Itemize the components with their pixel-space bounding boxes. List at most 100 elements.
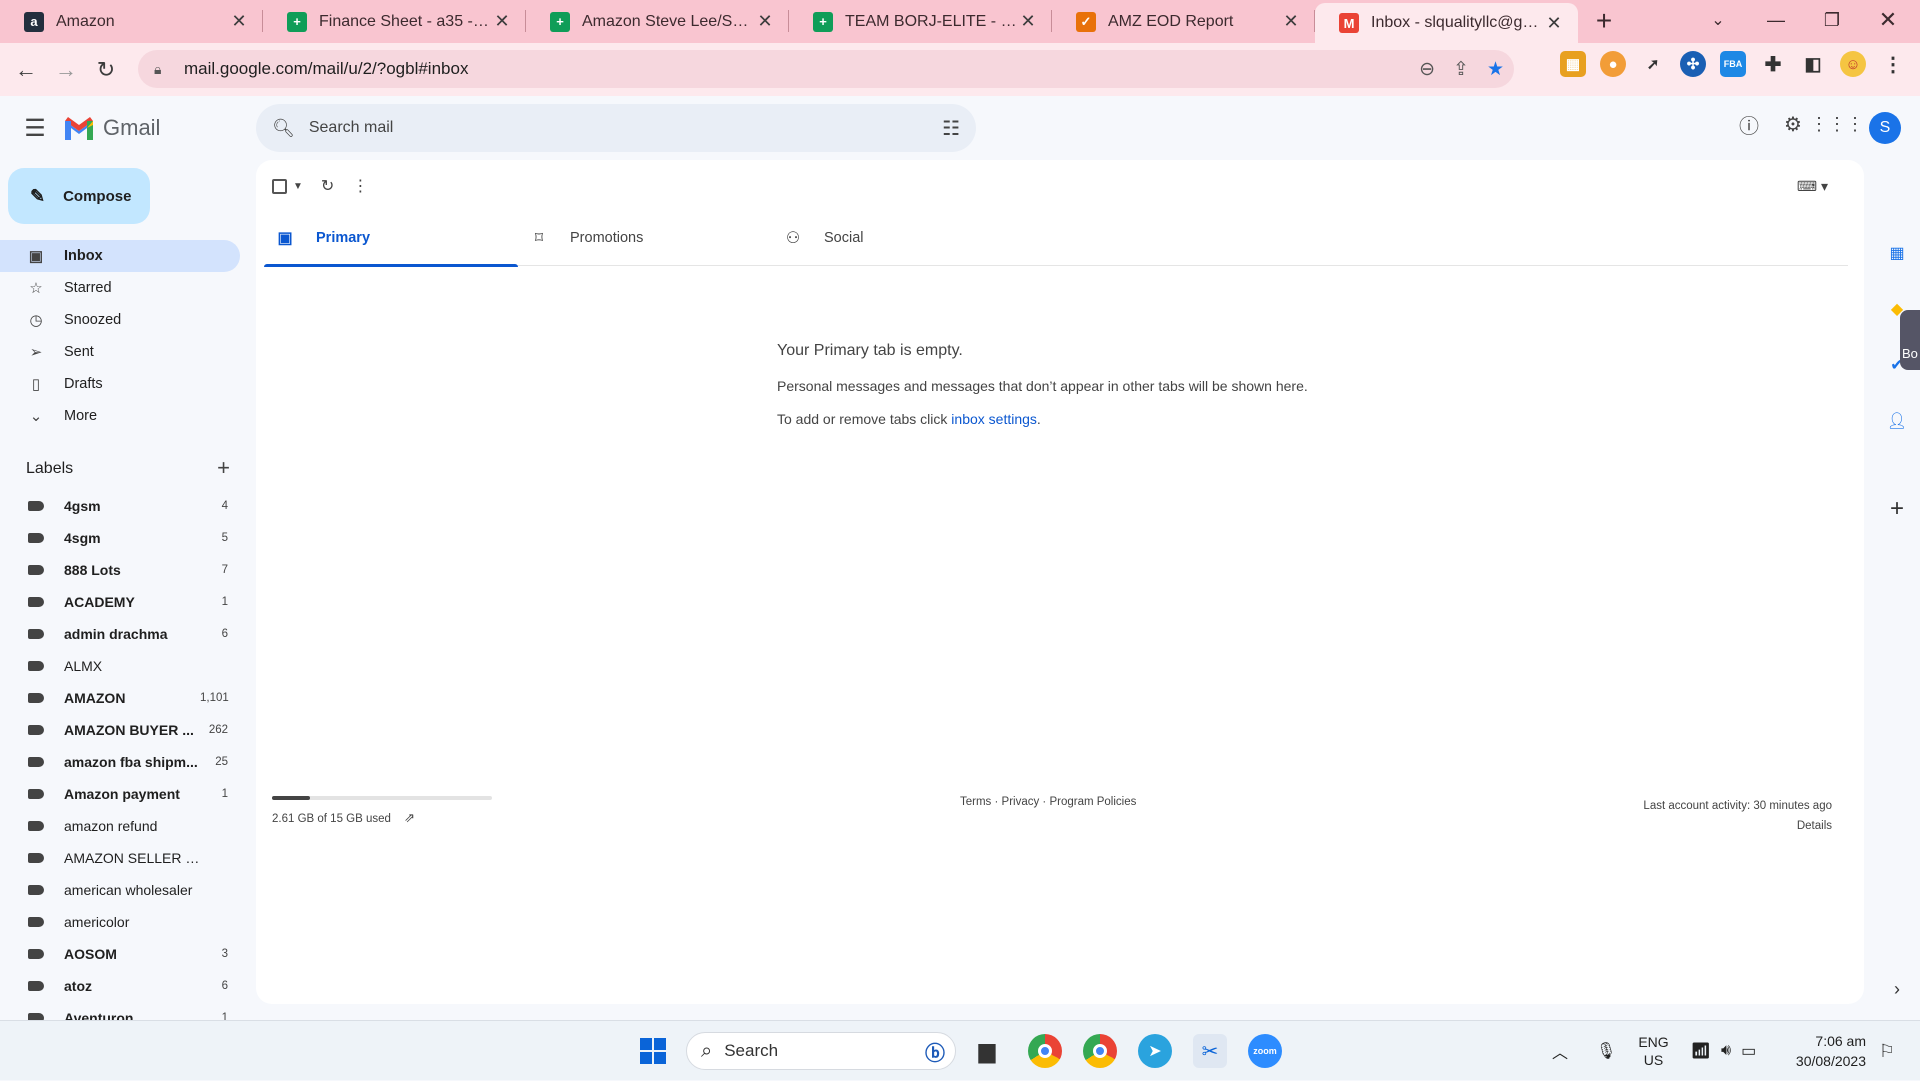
- label-item[interactable]: AMAZON SELLER CENT...: [0, 842, 240, 874]
- close-tab-icon[interactable]: ✕: [1018, 11, 1038, 32]
- label-item[interactable]: 4gsm 4: [0, 490, 240, 522]
- extension-1-icon[interactable]: ▦: [1560, 51, 1586, 77]
- nav-item-snoozed[interactable]: ◷ Snoozed: [0, 304, 240, 336]
- inbox-settings-link[interactable]: inbox settings: [951, 411, 1037, 427]
- maximize-button[interactable]: ❐: [1804, 0, 1860, 40]
- gmail-logo[interactable]: Gmail: [63, 115, 160, 141]
- external-link-icon[interactable]: ⇗: [404, 810, 415, 825]
- microphone-icon[interactable]: 🎙︎: [1596, 1041, 1616, 1061]
- chevron-right-icon[interactable]: ›: [1882, 974, 1912, 1004]
- label-item[interactable]: amazon fba shipm... 25: [0, 746, 240, 778]
- browser-tab[interactable]: M Inbox - slqualityllc@gmail.c✕: [1315, 3, 1578, 43]
- side-panel-preview[interactable]: Bo: [1900, 310, 1920, 370]
- chrome-icon-2[interactable]: [1083, 1034, 1117, 1068]
- search-options-icon[interactable]: ☷: [942, 116, 960, 141]
- browser-tab[interactable]: a Amazon ✕: [0, 0, 263, 43]
- volume-icon[interactable]: 🔊︎: [1721, 1042, 1731, 1060]
- windows-start-icon[interactable]: [636, 1034, 670, 1068]
- get-addons-icon[interactable]: +: [1882, 494, 1912, 524]
- tray-overflow-icon[interactable]: ︿: [1552, 1039, 1568, 1063]
- taskbar-clock[interactable]: 7:06 am 30/08/2023: [1780, 1031, 1866, 1071]
- label-item[interactable]: AOSOM 3: [0, 938, 240, 970]
- extension-4-icon[interactable]: ✣: [1680, 51, 1706, 77]
- label-item[interactable]: ACADEMY 1: [0, 586, 240, 618]
- tab-primary[interactable]: ▣ Primary: [264, 210, 518, 267]
- kebab-menu-icon[interactable]: ⋮: [1880, 51, 1906, 77]
- label-item[interactable]: atoz 6: [0, 970, 240, 1002]
- close-tab-icon[interactable]: ✕: [492, 11, 512, 32]
- close-window-button[interactable]: ✕: [1860, 0, 1916, 40]
- nav-item-starred[interactable]: ☆ Starred: [0, 272, 240, 304]
- help-icon[interactable]: ⓘ: [1729, 104, 1769, 144]
- browser-tab[interactable]: + TEAM BORJ-ELITE - Google✕: [789, 0, 1052, 43]
- minimize-button[interactable]: —: [1748, 0, 1804, 40]
- extension-2-icon[interactable]: ●: [1600, 51, 1626, 77]
- chrome-icon-1[interactable]: [1028, 1034, 1062, 1068]
- close-tab-icon[interactable]: ✕: [1544, 13, 1564, 34]
- nav-item-more[interactable]: ⌄ More: [0, 400, 240, 432]
- calendar-icon[interactable]: ▦: [1882, 238, 1912, 268]
- label-item[interactable]: Amazon payment 1: [0, 778, 240, 810]
- browser-tab[interactable]: + Finance Sheet - a35 - Charl✕: [263, 0, 526, 43]
- zoom-icon[interactable]: ⊖: [1419, 58, 1435, 81]
- account-avatar[interactable]: S: [1869, 112, 1901, 144]
- refresh-icon[interactable]: ↻: [321, 176, 334, 196]
- label-item[interactable]: amazon refund: [0, 810, 240, 842]
- puzzle-icon[interactable]: ✚: [1760, 51, 1786, 77]
- bookmark-star-icon[interactable]: ★: [1487, 58, 1504, 81]
- apps-grid-icon[interactable]: ⋮⋮⋮: [1810, 104, 1864, 144]
- notifications-icon[interactable]: ⚐: [1870, 1034, 1904, 1068]
- extension-5-icon[interactable]: FBA: [1720, 51, 1746, 77]
- settings-gear-icon[interactable]: ⚙: [1773, 104, 1813, 144]
- nav-item-inbox[interactable]: ▣ Inbox: [0, 240, 240, 272]
- select-checkbox[interactable]: ▼: [272, 178, 303, 194]
- label-item[interactable]: ALMX: [0, 650, 240, 682]
- label-item[interactable]: admin drachma 6: [0, 618, 240, 650]
- nav-item-drafts[interactable]: ▯ Drafts: [0, 368, 240, 400]
- browser-tab[interactable]: + Amazon Steve Lee/SL Quali✕: [526, 0, 789, 43]
- more-options-icon[interactable]: ⋮: [352, 176, 368, 196]
- close-tab-icon[interactable]: ✕: [755, 11, 775, 32]
- search-input[interactable]: Search mail: [309, 119, 393, 137]
- task-view-icon[interactable]: ▆: [970, 1034, 1004, 1068]
- label-item[interactable]: americolor: [0, 906, 240, 938]
- close-tab-icon[interactable]: ✕: [1281, 11, 1301, 32]
- share-icon[interactable]: ⇪: [1453, 58, 1469, 81]
- nav-item-sent[interactable]: ➢ Sent: [0, 336, 240, 368]
- battery-icon[interactable]: ▭: [1741, 1041, 1756, 1061]
- activity-details-link[interactable]: Details: [1643, 816, 1832, 836]
- label-item[interactable]: 888 Lots 7: [0, 554, 240, 586]
- label-item[interactable]: american wholesaler: [0, 874, 240, 906]
- main-menu-icon[interactable]: ☰: [11, 104, 59, 152]
- label-item[interactable]: AMAZON BUYER ... 262: [0, 714, 240, 746]
- create-label-icon[interactable]: +: [217, 457, 230, 479]
- close-tab-icon[interactable]: ✕: [229, 11, 249, 32]
- wifi-icon[interactable]: 📶︎: [1691, 1041, 1711, 1061]
- label-item[interactable]: Aventuron 1: [0, 1002, 240, 1020]
- label-item[interactable]: AMAZON 1,101: [0, 682, 240, 714]
- back-button[interactable]: ←: [6, 50, 46, 90]
- extension-3-icon[interactable]: ➚: [1640, 51, 1666, 77]
- address-bar[interactable]: 🔒︎ mail.google.com/mail/u/2/?ogbl#inbox …: [138, 50, 1514, 88]
- search-icon[interactable]: 🔍︎: [272, 118, 295, 139]
- new-tab-button[interactable]: +: [1584, 1, 1624, 41]
- contacts-icon[interactable]: 👤︎: [1882, 406, 1912, 436]
- zoom-icon[interactable]: zoom: [1248, 1034, 1282, 1068]
- tab-social[interactable]: ⚇ Social: [772, 210, 1026, 266]
- input-tools-icon[interactable]: ⌨ ▾: [1797, 178, 1828, 195]
- telegram-icon[interactable]: ➤: [1138, 1034, 1172, 1068]
- label-item[interactable]: 4sgm 5: [0, 522, 240, 554]
- profile-icon[interactable]: ☺: [1840, 51, 1866, 77]
- compose-button[interactable]: ✎ Compose: [8, 168, 150, 224]
- tab-promotions[interactable]: ⌑ Promotions: [518, 210, 772, 266]
- language-indicator[interactable]: ENG US: [1638, 1033, 1668, 1069]
- reload-button[interactable]: ↻: [86, 50, 126, 90]
- search-box[interactable]: 🔍︎ Search mail ☷: [256, 104, 976, 152]
- tab-search-icon[interactable]: ⌄: [1690, 0, 1746, 40]
- snipping-tool-icon[interactable]: ✂: [1193, 1034, 1227, 1068]
- forward-button[interactable]: →: [46, 50, 86, 90]
- side-panel-icon[interactable]: ◧: [1800, 51, 1826, 77]
- footer-links[interactable]: Terms · Privacy · Program Policies: [960, 796, 1136, 808]
- taskbar-search[interactable]: ⌕ Search ⓑ: [686, 1032, 956, 1070]
- browser-tab[interactable]: ✓ AMZ EOD Report ✕: [1052, 0, 1315, 43]
